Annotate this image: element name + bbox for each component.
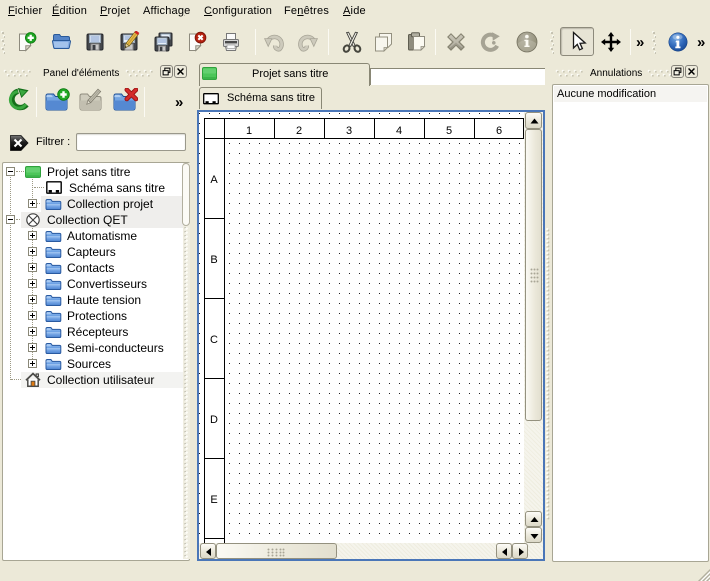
svg-text:1: 1 [246,125,252,137]
svg-text:2: 2 [296,125,302,137]
svg-text:3: 3 [346,125,352,137]
svg-text:4: 4 [396,125,402,137]
svg-text:6: 6 [496,125,502,137]
svg-text:D: D [210,414,218,426]
svg-text:5: 5 [446,125,452,137]
svg-text:E: E [210,494,217,506]
svg-text:A: A [210,174,218,186]
svg-text:C: C [210,334,218,346]
svg-text:B: B [210,254,217,266]
